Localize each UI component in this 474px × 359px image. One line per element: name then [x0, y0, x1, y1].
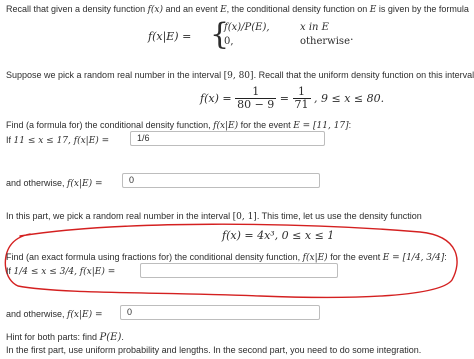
otherwise-text: and otherwise,	[6, 309, 68, 319]
part2-density-formula: f(x) = 4x³, 0 ≤ x ≤ 1	[222, 229, 335, 242]
hint-text-b: .	[121, 332, 124, 342]
answer-input-part2-inside[interactable]	[140, 263, 338, 278]
part2-otherwise-label: and otherwise, f(x|E) =	[6, 309, 102, 320]
part2-if-label: If 1/4 ≤ x ≤ 3/4, f(x|E) =	[6, 266, 115, 277]
part2-find-text: Find (an exact formula using fractions f…	[6, 252, 447, 263]
part2-find-b: for the event	[327, 252, 383, 262]
hint-text-a: Hint for both parts: find	[6, 332, 100, 342]
hint-line-2: In the first part, use uniform probabili…	[6, 345, 422, 355]
conditional-density-symbol: f(x|E)	[302, 253, 328, 263]
part2-if-condition: 1/4 ≤ x ≤ 3/4, f(x|E) =	[13, 267, 116, 277]
otherwise-f: f(x|E) =	[67, 310, 103, 320]
part2-find-c: :	[444, 252, 447, 262]
if-prefix: If	[6, 266, 14, 276]
probability-symbol: P(E)	[99, 332, 122, 343]
hint-line-1: Hint for both parts: find P(E).	[6, 332, 124, 343]
answer-input-part2-otherwise[interactable]: 0	[120, 305, 320, 320]
part2-find-a: Find (an exact formula using fractions f…	[6, 252, 303, 262]
part2-event: E = [1/4, 3/4]	[382, 253, 445, 263]
